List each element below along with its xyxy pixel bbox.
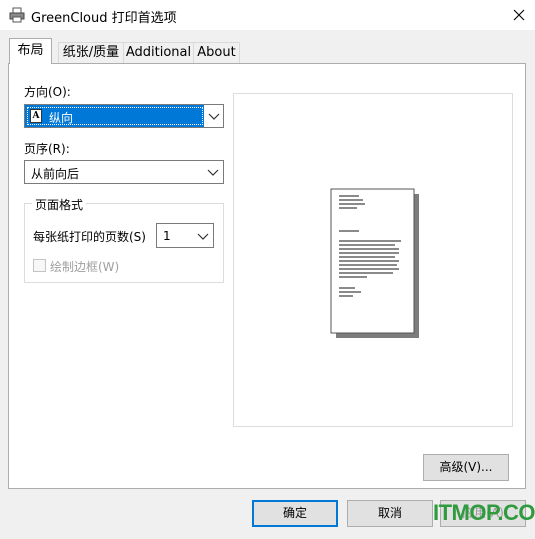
draw-borders-checkbox[interactable] xyxy=(33,259,46,272)
tab-about[interactable]: About xyxy=(193,42,240,63)
pages-per-sheet-label: 每张纸打印的页数(S) xyxy=(33,230,146,244)
orientation-value: 纵向 xyxy=(49,111,74,125)
orientation-select[interactable]: A 纵向 xyxy=(24,104,224,128)
page-order-value: 从前向后 xyxy=(31,167,80,181)
pages-per-sheet-value: 1 xyxy=(163,229,171,243)
advanced-button[interactable]: 高级(V)... xyxy=(423,454,509,481)
close-icon xyxy=(513,9,525,21)
portrait-icon: A xyxy=(30,109,42,123)
ok-button[interactable]: 确定 xyxy=(252,500,338,527)
page-preview xyxy=(233,93,513,427)
orientation-dropdown-button[interactable] xyxy=(204,105,223,127)
window-title: GreenCloud 打印首选项 xyxy=(31,11,177,26)
tab-additional[interactable]: Additional xyxy=(123,42,194,63)
page-order-select[interactable]: 从前向后 xyxy=(24,160,224,184)
chevron-down-icon xyxy=(197,233,209,240)
page-format-title: 页面格式 xyxy=(32,196,87,213)
printer-icon xyxy=(9,7,25,23)
orientation-label: 方向(O): xyxy=(24,85,71,99)
page-preview-image xyxy=(330,188,419,338)
draw-borders-label: 绘制边框(W) xyxy=(50,260,120,274)
cancel-button[interactable]: 取消 xyxy=(347,500,433,527)
tab-layout[interactable]: 布局 xyxy=(9,38,52,64)
tab-paper-quality[interactable]: 纸张/质量 xyxy=(58,42,124,63)
page-order-label: 页序(R): xyxy=(24,142,70,156)
watermark-text: ITMOP.COM xyxy=(433,500,535,525)
pages-per-sheet-select[interactable]: 1 xyxy=(156,223,214,248)
close-button[interactable] xyxy=(505,2,533,28)
chevron-down-icon xyxy=(207,169,219,176)
chevron-down-icon xyxy=(208,113,220,120)
